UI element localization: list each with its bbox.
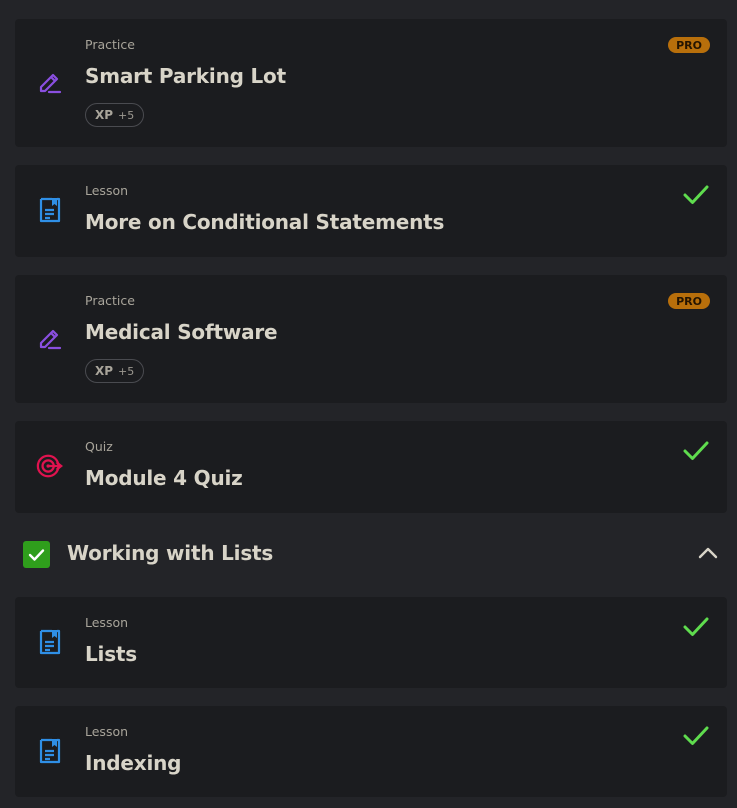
document-icon <box>36 628 64 656</box>
item-title[interactable]: More on Conditional Statements <box>85 210 444 234</box>
xp-badge: XP +5 <box>85 359 145 383</box>
document-icon <box>36 737 64 765</box>
item-type: Lesson <box>85 724 129 739</box>
document-icon <box>36 196 64 224</box>
item-title[interactable]: Indexing <box>85 751 181 775</box>
xp-label: XP <box>95 364 114 378</box>
list-item[interactable]: Lesson Lists <box>15 597 727 688</box>
list-item[interactable]: Quiz Module 4 Quiz <box>15 421 727 513</box>
pencil-icon <box>36 323 64 351</box>
section-header[interactable]: Working with Lists <box>0 530 737 578</box>
target-icon <box>36 452 64 480</box>
list-item[interactable]: Lesson More on Conditional Statements <box>15 165 727 257</box>
check-icon <box>683 726 709 745</box>
list-item[interactable]: Practice Medical Software XP +5 PRO <box>15 275 727 403</box>
section-title: Working with Lists <box>67 541 274 565</box>
item-type: Quiz <box>85 439 113 454</box>
item-title[interactable]: Lists <box>85 642 137 666</box>
pro-badge: PRO <box>668 293 710 309</box>
check-icon <box>683 617 709 636</box>
item-type: Practice <box>85 293 135 308</box>
xp-value: +5 <box>118 364 135 378</box>
pro-badge: PRO <box>668 37 710 53</box>
item-title[interactable]: Medical Software <box>85 320 278 344</box>
pencil-icon <box>36 67 64 95</box>
section-check-icon <box>23 541 50 568</box>
xp-label: XP <box>95 108 114 122</box>
xp-value: +5 <box>118 108 135 122</box>
item-type: Lesson <box>85 615 129 630</box>
chevron-up-icon[interactable] <box>697 544 719 560</box>
list-item[interactable]: Practice Smart Parking Lot XP +5 PRO <box>15 19 727 147</box>
item-type: Practice <box>85 37 135 52</box>
check-icon <box>683 185 709 204</box>
item-type: Lesson <box>85 183 129 198</box>
check-icon <box>683 441 709 460</box>
item-title[interactable]: Smart Parking Lot <box>85 64 286 88</box>
list-item[interactable]: Lesson Indexing <box>15 706 727 797</box>
module-page: Practice Smart Parking Lot XP +5 PRO Les… <box>0 0 737 808</box>
item-title[interactable]: Module 4 Quiz <box>85 466 243 490</box>
xp-badge: XP +5 <box>85 103 145 127</box>
